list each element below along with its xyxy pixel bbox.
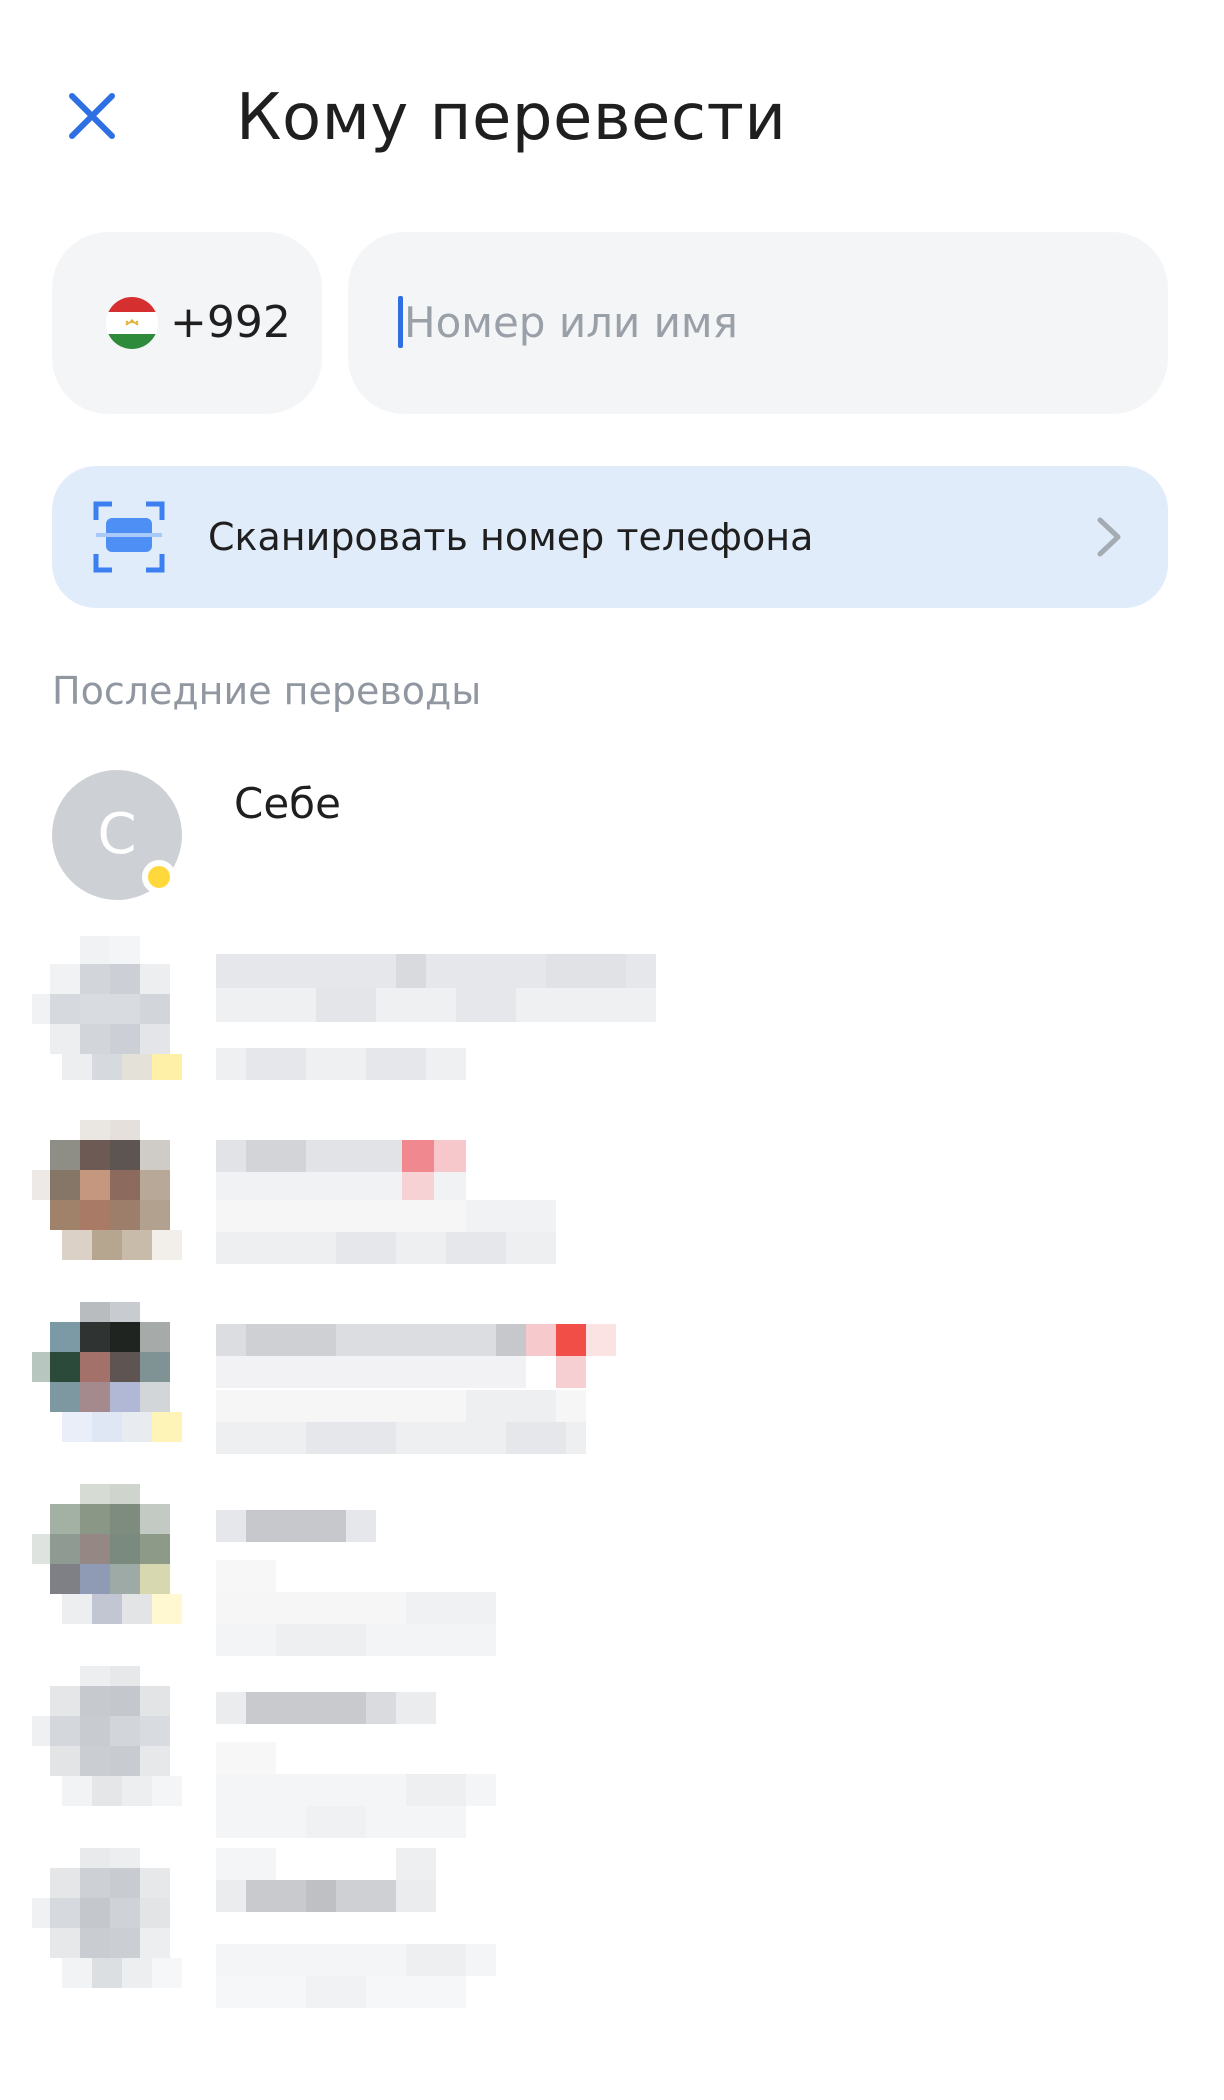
recent-item-3[interactable] [0, 1302, 1224, 1454]
contact-name-redacted [216, 1510, 376, 1542]
text-caret [398, 296, 403, 348]
contact-phone-redacted [216, 1560, 496, 1656]
contact-phone-redacted [216, 1200, 556, 1264]
contact-name: Себе [234, 779, 341, 828]
close-button[interactable] [58, 82, 126, 150]
avatar [32, 936, 182, 1080]
avatar [32, 1666, 182, 1806]
contact-name-redacted [216, 1324, 616, 1388]
recent-item-6[interactable] [0, 1848, 1224, 2008]
country-code-selector[interactable]: +992 [52, 232, 322, 414]
avatar [32, 1120, 182, 1260]
avatar [32, 1484, 182, 1624]
recent-item-1[interactable] [0, 936, 1224, 1080]
contact-phone-redacted [216, 1048, 466, 1080]
tajikistan-flag-icon [106, 297, 158, 349]
scan-phone-button[interactable]: Сканировать номер телефона [52, 466, 1168, 608]
status-dot [142, 860, 176, 894]
phone-input-row: +992 [52, 232, 1168, 414]
recent-item-5[interactable] [0, 1666, 1224, 1838]
contact-name-redacted [216, 1140, 466, 1204]
close-icon [69, 93, 115, 139]
header: Кому перевести [0, 0, 1224, 200]
contact-phone-redacted [216, 1944, 496, 2008]
contact-name-redacted [216, 1692, 436, 1724]
chevron-right-icon [1097, 517, 1121, 557]
contact-phone-redacted [216, 1390, 586, 1454]
scan-label: Сканировать номер телефона [208, 515, 814, 559]
contact-name-redacted [216, 954, 656, 1022]
recent-item-self[interactable]: С Себе [0, 760, 1224, 910]
contact-name-redacted [216, 1848, 436, 1912]
search-input[interactable] [404, 286, 1124, 358]
recent-item-4[interactable] [0, 1484, 1224, 1656]
country-code-text: +992 [170, 297, 291, 348]
recent-item-2[interactable] [0, 1120, 1224, 1264]
scan-frame-icon [93, 501, 165, 573]
section-title: Последние переводы [52, 669, 482, 713]
avatar [32, 1302, 182, 1442]
contact-phone-redacted [216, 1742, 496, 1838]
page-title: Кому перевести [236, 81, 787, 155]
avatar [32, 1848, 182, 1988]
search-field[interactable] [348, 232, 1168, 414]
